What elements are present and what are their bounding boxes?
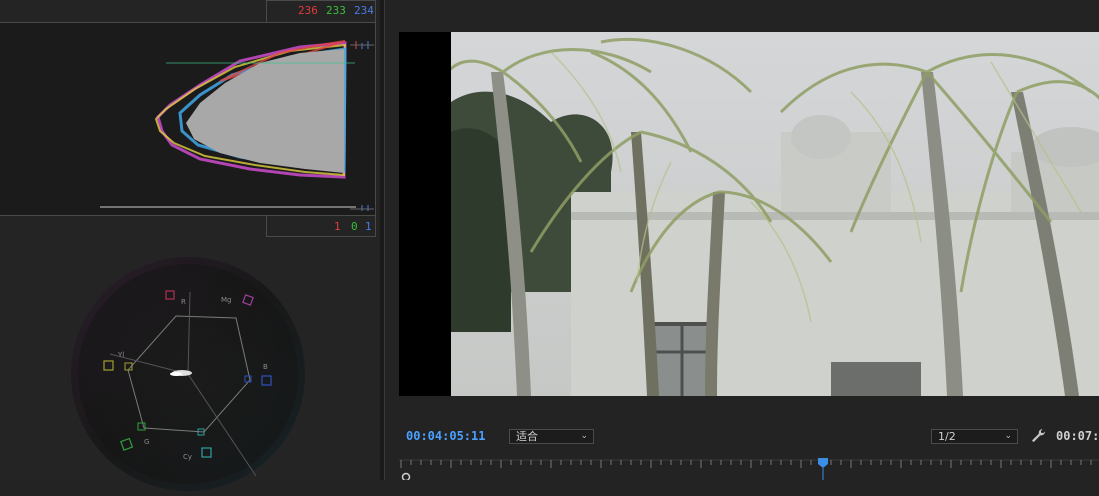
zoom-fit-dropdown[interactable]: 适合 ⌄	[509, 429, 594, 444]
highlight-green-value: 233	[326, 4, 346, 17]
shadow-red-value: 1	[334, 220, 341, 233]
timeline-ruler[interactable]	[399, 456, 1099, 482]
shadow-green-value: 0	[351, 220, 358, 233]
playhead-icon	[818, 458, 828, 480]
histogram-scope	[0, 22, 376, 216]
vectorscope-label-cy: Cy	[183, 453, 192, 461]
vectorscope: R Mg B Cy G Yl	[70, 256, 306, 492]
shadow-blue-value: 1	[365, 220, 372, 233]
current-timecode[interactable]: 00:04:05:11	[406, 429, 485, 443]
wrench-icon[interactable]	[1029, 427, 1047, 445]
highlight-blue-value: 234	[354, 4, 374, 17]
vectorscope-label-r: R	[181, 298, 186, 306]
video-frame[interactable]	[399, 32, 1099, 396]
histogram-shadow-readout: 1 0 1	[266, 216, 376, 237]
histogram-highlight-readout: 236 233 234	[266, 0, 376, 22]
vectorscope-label-b: B	[263, 363, 268, 371]
duration-timecode: 00:07:0	[1056, 429, 1099, 443]
vectorscope-label-yl: Yl	[117, 351, 124, 359]
vectorscope-graph: R Mg B Cy G Yl	[71, 257, 305, 491]
playback-resolution-value: 1/2	[938, 430, 956, 443]
in-point-handle	[401, 472, 411, 482]
vectorscope-label-mg: Mg	[221, 296, 231, 304]
zoom-fit-value: 适合	[516, 430, 538, 443]
lumetri-scopes-panel: 236 233 234 1 0 1 R Mg B Cy G Yl	[0, 0, 380, 491]
histogram-graph	[100, 40, 374, 211]
video-preview-image	[451, 32, 1099, 396]
playback-resolution-dropdown[interactable]: 1/2 ⌄	[931, 429, 1018, 444]
vectorscope-label-g: G	[144, 438, 149, 446]
chevron-down-icon: ⌄	[580, 431, 588, 441]
highlight-red-value: 236	[298, 4, 318, 17]
chevron-down-icon: ⌄	[1004, 431, 1012, 441]
